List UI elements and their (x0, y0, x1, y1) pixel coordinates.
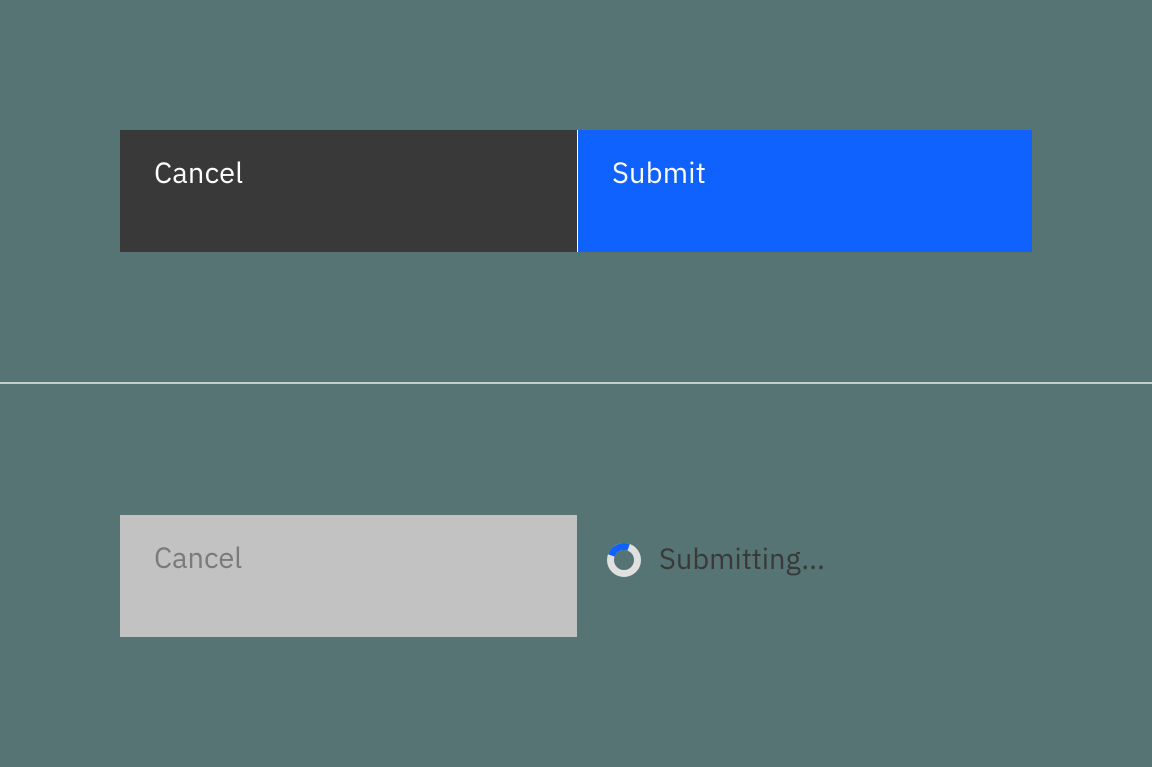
state-divider (0, 382, 1152, 384)
submitting-label: Submitting... (659, 541, 825, 576)
button-row-normal: Cancel Submit (120, 130, 1032, 252)
demo-canvas: Cancel Submit Cancel Submitting... (0, 0, 1152, 767)
cancel-button-disabled: Cancel (120, 515, 577, 637)
button-row-loading: Cancel Submitting... (120, 515, 1032, 637)
submit-loading-group: Submitting... (577, 515, 1032, 637)
cancel-button-disabled-label: Cancel (154, 543, 242, 572)
cancel-button-label: Cancel (154, 158, 243, 187)
submit-button[interactable]: Submit (578, 130, 1032, 252)
cancel-button[interactable]: Cancel (120, 130, 577, 252)
submit-button-label: Submit (612, 158, 706, 187)
loading-spinner-icon (607, 543, 641, 577)
